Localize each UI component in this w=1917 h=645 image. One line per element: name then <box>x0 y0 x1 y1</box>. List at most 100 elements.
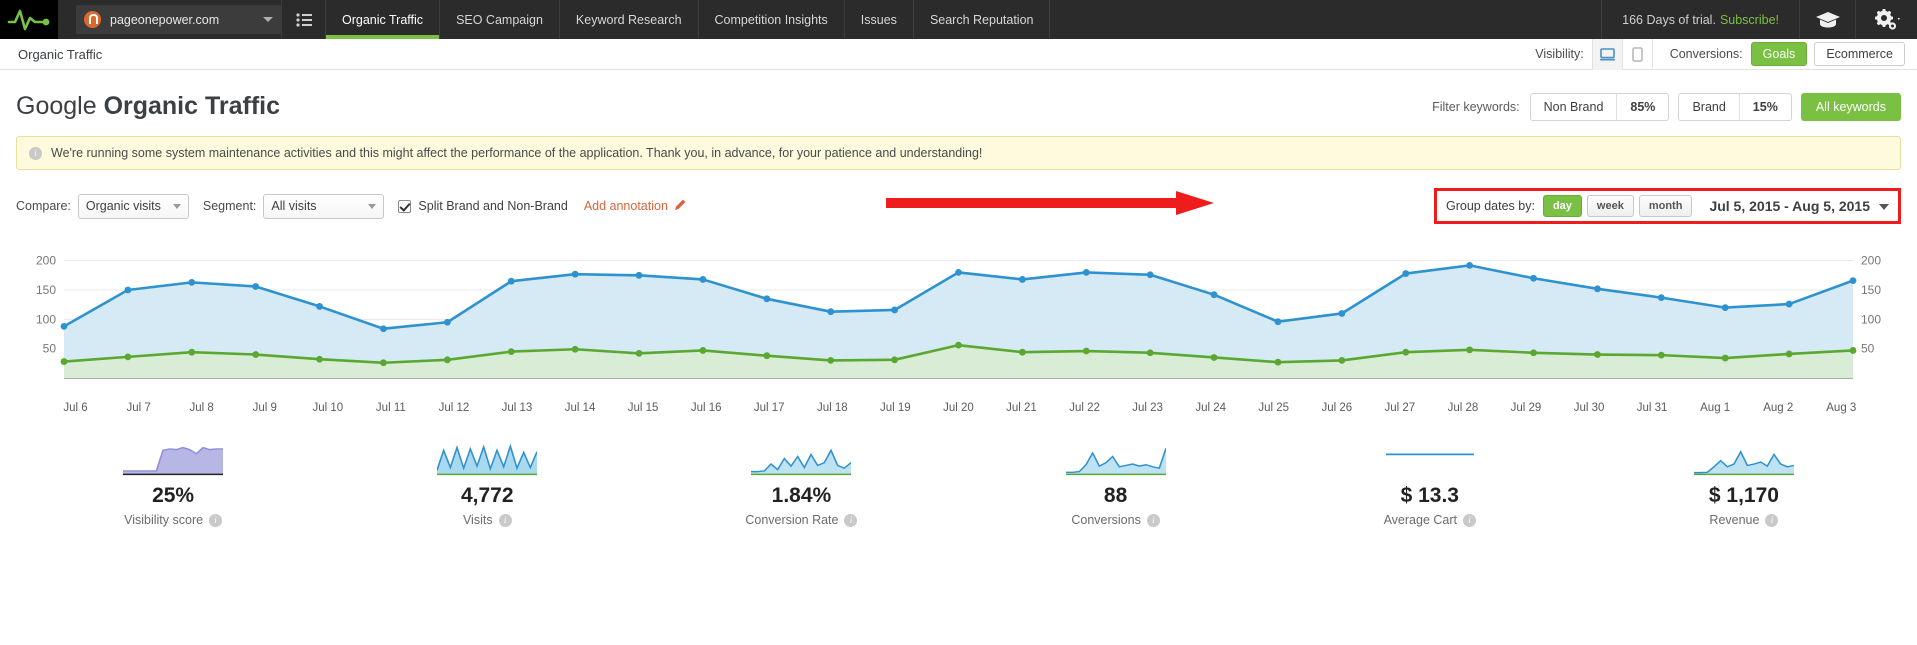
compare-select[interactable]: Organic visits <box>77 193 189 219</box>
split-brand-checkbox[interactable]: Split Brand and Non-Brand <box>398 199 568 213</box>
tab-issues[interactable]: Issues <box>843 0 913 39</box>
site-selector[interactable]: pageonepower.com <box>76 5 281 34</box>
breadcrumb: Organic Traffic <box>18 46 103 62</box>
gear-icon <box>1874 8 1900 30</box>
x-axis-tick: Jul 27 <box>1384 402 1416 414</box>
group-by-day-button[interactable]: day <box>1542 195 1582 217</box>
segment-select-value: All visits <box>271 199 317 213</box>
list-icon <box>295 12 312 27</box>
subscribe-link[interactable]: Subscribe! <box>1720 13 1779 27</box>
tab-seo-campaign[interactable]: SEO Campaign <box>439 0 559 39</box>
add-annotation-link[interactable]: Add annotation <box>584 199 687 213</box>
tab-competition-insights[interactable]: Competition Insights <box>697 0 844 39</box>
tab-label: Search Reputation <box>929 12 1034 27</box>
date-range-picker[interactable]: Jul 5, 2015 - Aug 5, 2015 <box>1709 198 1889 214</box>
segment-select[interactable]: All visits <box>263 193 385 219</box>
non-brand-percent: 85% <box>1616 94 1668 120</box>
conversions-sparkline <box>1065 448 1166 476</box>
x-axis-tick: Jul 31 <box>1636 402 1668 414</box>
x-axis-tick: Aug 1 <box>1700 402 1731 414</box>
kpi-card-visibility-score: 25% Visibility score i <box>16 438 330 527</box>
page-header-row: Google Organic Traffic Filter keywords: … <box>16 70 1901 131</box>
x-axis-tick: Aug 2 <box>1763 402 1794 414</box>
x-axis-tick: Jul 10 <box>312 402 344 414</box>
x-axis-tick: Jul 11 <box>375 402 406 414</box>
kpi-label-text: Visits <box>462 513 493 527</box>
info-icon[interactable]: i <box>498 513 512 527</box>
kpi-value: 25% <box>152 484 195 507</box>
group-by-month-button[interactable]: month <box>1638 195 1693 217</box>
ecommerce-button[interactable]: Ecommerce <box>1814 42 1905 66</box>
trial-status: 166 Days of trial. Subscribe! <box>1601 0 1799 39</box>
info-icon[interactable]: i <box>209 513 223 527</box>
x-axis-tick: Jul 8 <box>189 402 214 414</box>
x-axis-tick: Jul 22 <box>1069 402 1100 414</box>
date-range-value: Jul 5, 2015 - Aug 5, 2015 <box>1709 198 1870 214</box>
kpi-value: 88 <box>1103 484 1128 507</box>
x-axis-tick: Jul 25 <box>1258 402 1290 414</box>
x-axis-tick: Jul 19 <box>880 402 911 414</box>
x-axis-tick: Jul 30 <box>1573 402 1605 414</box>
info-icon[interactable]: i <box>1146 513 1160 527</box>
tab-search-reputation[interactable]: Search Reputation <box>912 0 1051 39</box>
x-axis-tick: Jul 26 <box>1321 402 1353 414</box>
compare-select-value: Organic visits <box>85 199 161 213</box>
info-icon[interactable]: i <box>844 513 858 527</box>
kpi-value: $ 1,170 <box>1708 484 1779 507</box>
chevron-down-icon <box>172 203 181 209</box>
compare-label: Compare: <box>16 199 71 213</box>
academy-button[interactable] <box>1799 0 1855 39</box>
mobile-view-button[interactable] <box>1621 38 1653 70</box>
kpi-value: 4,772 <box>460 484 514 507</box>
project-list-button[interactable] <box>281 0 325 39</box>
site-favicon <box>84 11 101 28</box>
filter-keywords-label: Filter keywords: <box>1432 100 1520 114</box>
settings-button[interactable] <box>1855 0 1917 39</box>
keyword-filters: Filter keywords: Non Brand 85% Brand 15%… <box>1432 93 1901 121</box>
app-logo[interactable] <box>0 0 58 39</box>
tab-keyword-research[interactable]: Keyword Research <box>558 0 698 39</box>
kpi-value: 1.84% <box>771 484 832 507</box>
x-axis-tick: Jul 23 <box>1132 402 1163 414</box>
maintenance-notice-text: We're running some system maintenance ac… <box>51 146 983 160</box>
sub-toolbar: Organic Traffic Visibility: Conversions:… <box>0 38 1917 70</box>
kpi-card-visits: 4,772 Visits i <box>330 438 644 527</box>
visibility-label: Visibility: <box>1535 47 1584 61</box>
conversions-toggle: Conversions: Goals Ecommerce <box>1670 42 1905 66</box>
kpi-label-text: Visibility score <box>124 513 204 527</box>
add-annotation-label: Add annotation <box>583 199 668 213</box>
x-axis-tick: Jul 14 <box>564 402 596 414</box>
tab-label: SEO Campaign <box>456 12 543 27</box>
kpi-label-text: Revenue <box>1709 513 1760 527</box>
main-tabs: Organic Traffic SEO Campaign Keyword Res… <box>325 0 1051 39</box>
kpi-card-average-cart: $ 13.3 Average Cart i <box>1273 438 1587 527</box>
all-keywords-button[interactable]: All keywords <box>1800 93 1901 121</box>
brand-label: Brand <box>1692 100 1726 114</box>
info-icon[interactable]: i <box>1765 513 1779 527</box>
goals-button[interactable]: Goals <box>1750 42 1808 66</box>
group-by-week-button[interactable]: week <box>1586 195 1634 217</box>
chart-plot-area[interactable] <box>16 240 1901 400</box>
group-dates-control: Group dates by: day week month Jul 5, 20… <box>1433 188 1901 224</box>
kpi-label-text: Average Cart <box>1383 513 1457 527</box>
x-axis-tick: Jul 15 <box>627 402 659 414</box>
x-axis-tick: Jul 9 <box>252 402 277 414</box>
x-axis-tick: Jul 18 <box>816 402 848 414</box>
non-brand-filter[interactable]: Non Brand 85% <box>1529 93 1670 121</box>
top-navigation-bar: pageonepower.com Organic Traffic SEO Cam… <box>0 0 1917 39</box>
desktop-view-button[interactable] <box>1591 38 1623 70</box>
tab-label: Issues <box>860 12 897 27</box>
segment-label: Segment: <box>202 199 257 213</box>
x-axis-tick: Jul 28 <box>1447 402 1479 414</box>
tab-organic-traffic[interactable]: Organic Traffic <box>325 0 440 39</box>
kpi-label: Visits i <box>463 513 512 527</box>
visits-sparkline <box>437 443 538 476</box>
brand-filter[interactable]: Brand 15% <box>1678 93 1792 121</box>
pencil-icon <box>675 199 686 210</box>
info-icon[interactable]: i <box>1462 513 1476 527</box>
conversions-label: Conversions: <box>1669 47 1743 61</box>
checkbox-checked-icon <box>398 199 412 213</box>
kpi-label: Visibility score i <box>124 513 223 527</box>
chart-x-axis: Jul 6 Jul 7 Jul 8 Jul 9 Jul 10 Jul 11 Jul 12 Ju… <box>16 402 1901 414</box>
kpi-label: Conversions i <box>1071 513 1160 527</box>
